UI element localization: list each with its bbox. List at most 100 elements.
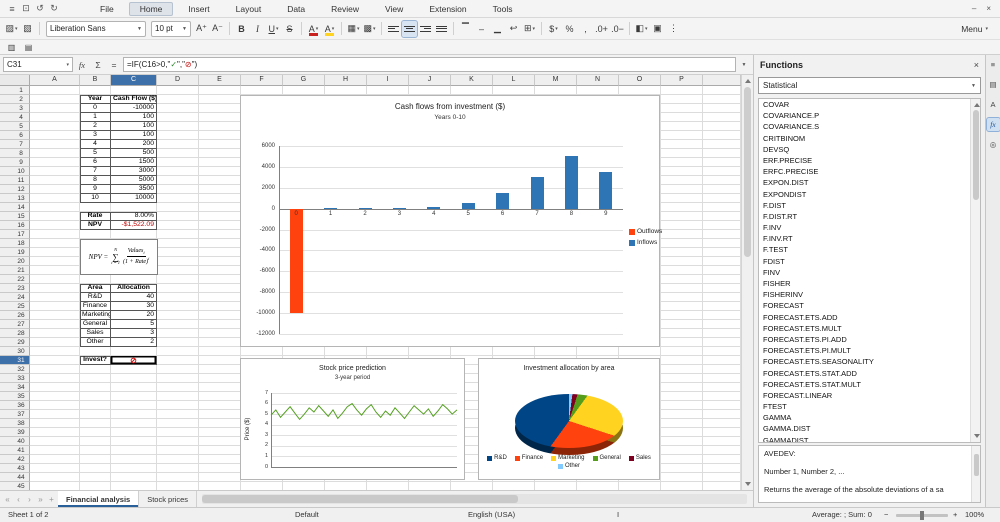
cell-D1[interactable] — [157, 86, 199, 95]
cell-A30[interactable] — [30, 347, 80, 356]
cell-A20[interactable] — [30, 257, 80, 266]
cell-P21[interactable] — [661, 266, 703, 275]
cell-D30[interactable] — [157, 347, 199, 356]
row-header-4[interactable]: 4 — [0, 113, 30, 122]
cell-D2[interactable] — [157, 95, 199, 104]
cell-C37[interactable] — [111, 410, 157, 419]
cell-B12[interactable]: 9 — [80, 185, 111, 194]
conditional-formatting-button[interactable]: ◧▾ — [634, 21, 649, 37]
cell-A2[interactable] — [30, 95, 80, 104]
highlight-color-button[interactable]: A▾ — [322, 21, 337, 37]
cell-B15[interactable]: Rate — [80, 212, 111, 221]
vertical-scrollbar-thumb[interactable] — [744, 87, 751, 257]
cell-D18[interactable] — [157, 239, 199, 248]
cell-A28[interactable] — [30, 329, 80, 338]
cell-C13[interactable]: 10000 — [111, 194, 157, 203]
function-item-covar[interactable]: COVAR — [759, 99, 980, 110]
cell-A22[interactable] — [30, 275, 80, 284]
function-item-forecast.ets.stat.add[interactable]: FORECAST.ETS.STAT.ADD — [759, 368, 980, 379]
cell-P26[interactable] — [661, 311, 703, 320]
cell-A6[interactable] — [30, 131, 80, 140]
cell-C34[interactable] — [111, 383, 157, 392]
cell-A26[interactable] — [30, 311, 80, 320]
row-header-21[interactable]: 21 — [0, 266, 30, 275]
cell-C33[interactable] — [111, 374, 157, 383]
styles-deck-icon[interactable]: A — [987, 98, 1000, 111]
row-header-35[interactable]: 35 — [0, 392, 30, 401]
formula-input[interactable]: =IF(C16>0,"✓","⊘") — [123, 57, 736, 72]
background-color-button[interactable]: ▩▾ — [362, 21, 377, 37]
horizontal-scrollbar-thumb[interactable] — [202, 495, 518, 503]
font-color-button[interactable]: A▾ — [306, 21, 321, 37]
cell-B24[interactable]: R&D — [80, 293, 111, 302]
cell-N30[interactable] — [577, 347, 619, 356]
cell-D34[interactable] — [157, 383, 199, 392]
row-header-26[interactable]: 26 — [0, 311, 30, 320]
cell-D8[interactable] — [157, 149, 199, 158]
cell-D38[interactable] — [157, 419, 199, 428]
paste-button[interactable]: ▨▾ — [4, 21, 19, 37]
cell-E17[interactable] — [199, 230, 241, 239]
cell-A35[interactable] — [30, 392, 80, 401]
cell-P16[interactable] — [661, 221, 703, 230]
row-header-28[interactable]: 28 — [0, 329, 30, 338]
row-header-29[interactable]: 29 — [0, 338, 30, 347]
cell-C15[interactable]: 8.00% — [111, 212, 157, 221]
cell-P11[interactable] — [661, 176, 703, 185]
cell-P19[interactable] — [661, 248, 703, 257]
menu-tab-home[interactable]: Home — [129, 2, 174, 16]
menu-button[interactable]: Menu ▾ — [953, 24, 996, 34]
row-header-8[interactable]: 8 — [0, 149, 30, 158]
add-decimal-button[interactable]: .0+ — [594, 21, 609, 37]
cell-G1[interactable] — [283, 86, 325, 95]
cell-L45[interactable] — [493, 482, 535, 490]
cell-A1[interactable] — [30, 86, 80, 95]
cell-F45[interactable] — [241, 482, 283, 490]
selection-summary[interactable]: Average: ; Sum: 0 — [812, 510, 872, 519]
cell-C40[interactable] — [111, 437, 157, 446]
row-header-24[interactable]: 24 — [0, 293, 30, 302]
column-header-M[interactable]: M — [535, 75, 577, 86]
cell-D28[interactable] — [157, 329, 199, 338]
function-item-gammadist[interactable]: GAMMADIST — [759, 435, 980, 443]
column-header-K[interactable]: K — [451, 75, 493, 86]
cell-A18[interactable] — [30, 239, 80, 248]
cell-P30[interactable] — [661, 347, 703, 356]
sheet-tab-stock-prices[interactable]: Stock prices — [139, 491, 197, 507]
cell-A32[interactable] — [30, 365, 80, 374]
cell-P4[interactable] — [661, 113, 703, 122]
name-box[interactable]: C31 ▾ — [3, 57, 73, 72]
cell-D10[interactable] — [157, 167, 199, 176]
cell-E18[interactable] — [199, 239, 241, 248]
cell-P5[interactable] — [661, 122, 703, 131]
cell-M45[interactable] — [535, 482, 577, 490]
description-scrollbar[interactable] — [971, 446, 980, 502]
function-item-gamma[interactable]: GAMMA — [759, 412, 980, 423]
clone-formatting-button[interactable]: ▧ — [20, 21, 35, 37]
cell-B10[interactable]: 7 — [80, 167, 111, 176]
cell-C28[interactable]: 3 — [111, 329, 157, 338]
function-item-f.inv[interactable]: F.INV — [759, 222, 980, 233]
row-header-5[interactable]: 5 — [0, 122, 30, 131]
italic-button[interactable]: I — [250, 21, 265, 37]
cell-E6[interactable] — [199, 131, 241, 140]
cell-C3[interactable]: -10000 — [111, 104, 157, 113]
menu-tab-review[interactable]: Review — [320, 2, 370, 16]
row-header-43[interactable]: 43 — [0, 464, 30, 473]
borders-button[interactable]: ▦▾ — [346, 21, 361, 37]
cell-P38[interactable] — [661, 419, 703, 428]
cell-C22[interactable] — [111, 275, 157, 284]
column-header-L[interactable]: L — [493, 75, 535, 86]
cell-E15[interactable] — [199, 212, 241, 221]
last-sheet-button[interactable]: » — [35, 495, 46, 504]
row-header-10[interactable]: 10 — [0, 167, 30, 176]
row-header-45[interactable]: 45 — [0, 482, 30, 490]
close-icon[interactable]: × — [974, 60, 979, 70]
cell-P1[interactable] — [661, 86, 703, 95]
zoom-slider-thumb[interactable] — [920, 511, 924, 520]
cell-D45[interactable] — [157, 482, 199, 490]
cell-E44[interactable] — [199, 473, 241, 482]
cell-A34[interactable] — [30, 383, 80, 392]
row-header-14[interactable]: 14 — [0, 203, 30, 212]
menu-tab-layout[interactable]: Layout — [225, 2, 273, 16]
